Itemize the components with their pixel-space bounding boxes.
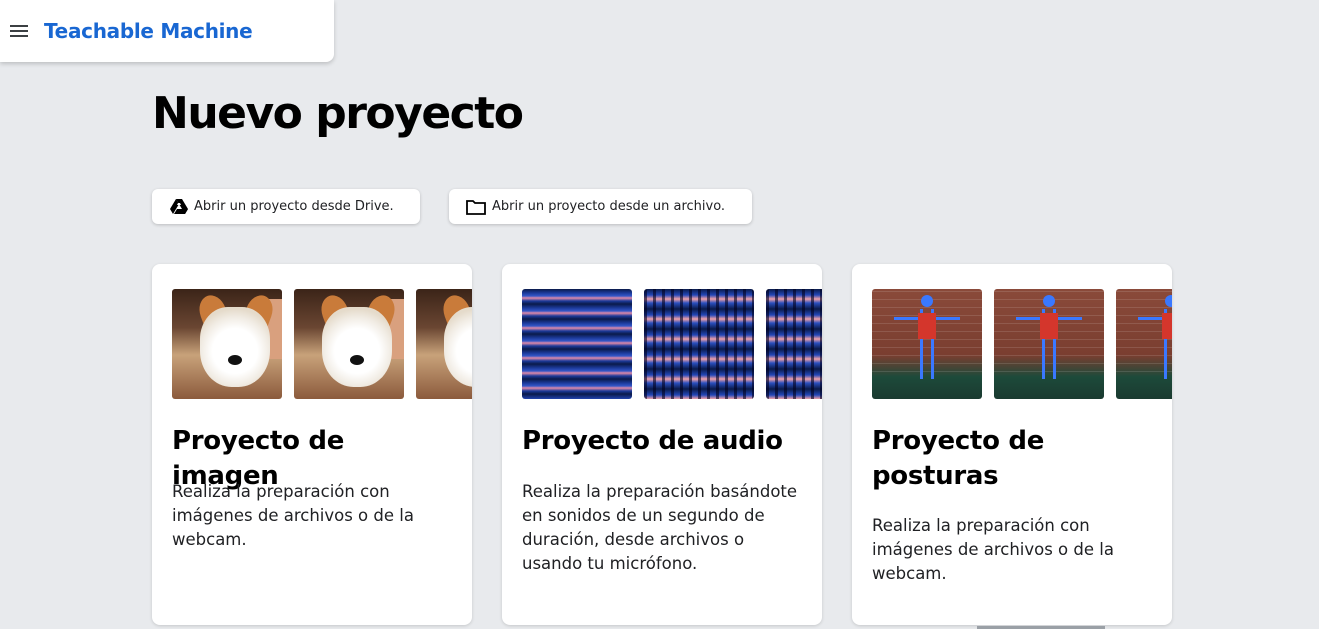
card-description: Realiza la preparación con imágenes de a… xyxy=(872,516,1114,583)
page-title: Nuevo proyecto xyxy=(152,88,524,139)
open-from-file-label: Abrir un proyecto desde un archivo. xyxy=(492,199,726,214)
thumbnail-image xyxy=(294,289,404,399)
spectrogram-thumbnail xyxy=(522,289,632,399)
open-from-drive-button[interactable]: Abrir un proyecto desde Drive. xyxy=(152,189,420,224)
pose-thumbnail xyxy=(872,289,982,399)
pose-project-card[interactable]: Proyecto de posturas Realiza la preparac… xyxy=(852,264,1172,625)
card-title: Proyecto de audio xyxy=(522,426,783,456)
image-project-thumbnails xyxy=(172,289,472,399)
pose-thumbnail xyxy=(994,289,1104,399)
google-drive-icon xyxy=(170,198,188,215)
pose-thumbnail xyxy=(1116,289,1172,399)
audio-project-thumbnails xyxy=(522,289,822,399)
spectrogram-thumbnail xyxy=(644,289,754,399)
spectrogram-thumbnail xyxy=(766,289,822,399)
audio-project-card[interactable]: Proyecto de audio Realiza la preparación… xyxy=(502,264,822,625)
open-from-file-button[interactable]: Abrir un proyecto desde un archivo. xyxy=(449,189,752,224)
card-description: Realiza la preparación con imágenes de a… xyxy=(172,482,414,549)
thumbnail-image xyxy=(172,289,282,399)
app-header: Teachable Machine xyxy=(0,0,334,62)
image-project-card[interactable]: Proyecto de imagen Realiza la preparació… xyxy=(152,264,472,625)
hamburger-menu-icon[interactable] xyxy=(10,20,32,42)
folder-icon xyxy=(466,199,486,215)
thumbnail-image xyxy=(416,289,472,399)
card-description: Realiza la preparación basándote en soni… xyxy=(522,482,798,573)
card-title: Proyecto de posturas xyxy=(872,426,1045,491)
app-brand[interactable]: Teachable Machine xyxy=(44,19,253,43)
pose-project-thumbnails xyxy=(872,289,1172,399)
open-from-drive-label: Abrir un proyecto desde Drive. xyxy=(194,199,394,214)
